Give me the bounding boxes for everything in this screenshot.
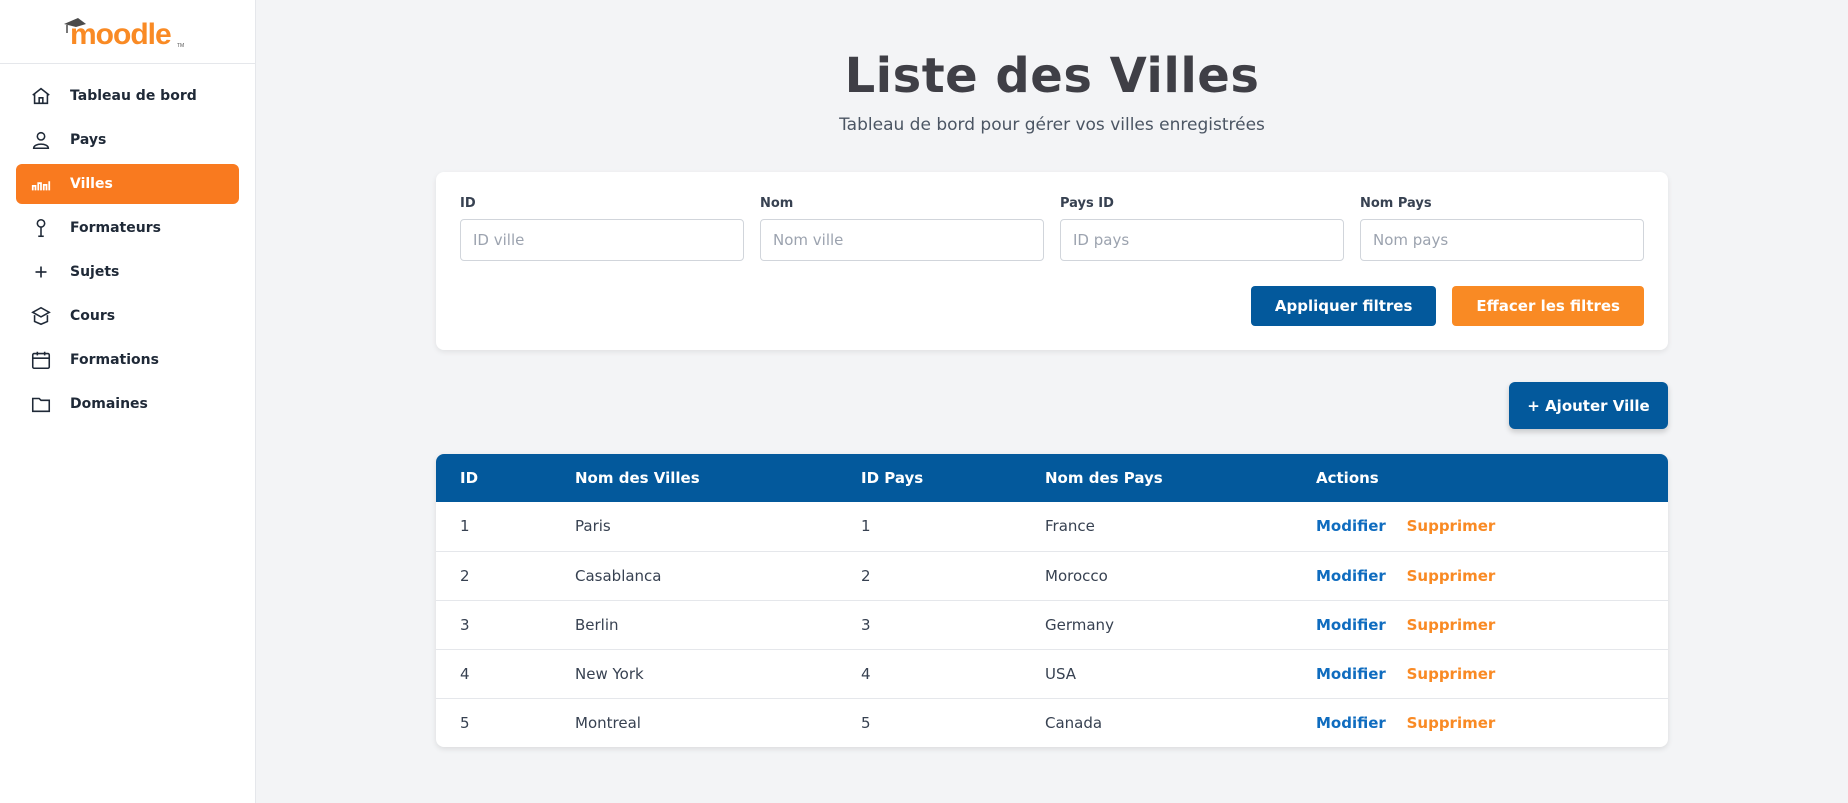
chart-icon bbox=[30, 173, 52, 195]
cell-actions: Modifier Supprimer bbox=[1292, 551, 1668, 600]
cell-id: 5 bbox=[460, 713, 470, 732]
cell-country: Morocco bbox=[1045, 566, 1108, 585]
page-title: Liste des Villes bbox=[844, 48, 1260, 104]
cell-actions: Modifier Supprimer bbox=[1292, 698, 1668, 747]
cell-city: New York bbox=[575, 664, 644, 683]
edit-link[interactable]: Modifier bbox=[1316, 714, 1386, 732]
pin-icon bbox=[30, 217, 52, 239]
edit-link[interactable]: Modifier bbox=[1316, 665, 1386, 683]
cell-id: 2 bbox=[460, 566, 470, 585]
filter-id-label: ID bbox=[460, 196, 476, 211]
sidebar-item-villes[interactable]: Villes bbox=[16, 164, 239, 204]
sidebar-item-label: Cours bbox=[70, 308, 116, 324]
delete-link[interactable]: Supprimer bbox=[1407, 616, 1496, 634]
cell-country-id: 1 bbox=[861, 517, 871, 536]
edit-link[interactable]: Modifier bbox=[1316, 616, 1386, 634]
sidebar: moodle TM Tableau de bord Pays Villes Fo… bbox=[0, 0, 256, 803]
sidebar-item-domaines[interactable]: Domaines bbox=[16, 384, 239, 424]
folder-icon bbox=[30, 393, 52, 415]
delete-link[interactable]: Supprimer bbox=[1407, 714, 1496, 732]
sidebar-item-formations[interactable]: Formations bbox=[16, 340, 239, 380]
sidebar-item-tableau-de-bord[interactable]: Tableau de bord bbox=[16, 76, 239, 116]
sidebar-item-label: Tableau de bord bbox=[70, 88, 197, 104]
header-actions: Actions bbox=[1316, 469, 1379, 487]
edit-link[interactable]: Modifier bbox=[1316, 517, 1386, 535]
sidebar-item-cours[interactable]: Cours bbox=[16, 296, 239, 336]
edit-link[interactable]: Modifier bbox=[1316, 567, 1386, 585]
sidebar-item-sujets[interactable]: Sujets bbox=[16, 252, 239, 292]
sidebar-item-label: Villes bbox=[70, 176, 113, 192]
sidebar-item-formateurs[interactable]: Formateurs bbox=[16, 208, 239, 248]
table-header-row: ID Nom des Villes ID Pays Nom des Pays A… bbox=[436, 454, 1668, 502]
delete-link[interactable]: Supprimer bbox=[1407, 517, 1496, 535]
cell-country-id: 4 bbox=[861, 664, 871, 683]
filter-nom: Nom bbox=[760, 196, 1044, 261]
sidebar-item-label: Formateurs bbox=[70, 220, 161, 236]
header-country: Nom des Pays bbox=[1045, 469, 1163, 487]
filter-nom-pays: Nom Pays bbox=[1360, 196, 1644, 261]
header-city: Nom des Villes bbox=[575, 469, 700, 487]
cell-actions: Modifier Supprimer bbox=[1292, 649, 1668, 698]
table-row: 5 Montreal 5 Canada Modifier Supprimer bbox=[436, 698, 1668, 747]
header-country-id: ID Pays bbox=[861, 469, 924, 487]
sidebar-nav: Tableau de bord Pays Villes Formateurs S… bbox=[0, 64, 255, 440]
cell-country: USA bbox=[1045, 664, 1077, 683]
svg-text:TM: TM bbox=[177, 43, 184, 49]
cell-country: Germany bbox=[1045, 615, 1114, 634]
table-row: 4 New York 4 USA Modifier Supprimer bbox=[436, 649, 1668, 698]
filter-nom-pays-input[interactable] bbox=[1360, 219, 1644, 261]
filter-nom-pays-label: Nom Pays bbox=[1360, 196, 1432, 211]
clear-filters-button[interactable]: Effacer les filtres bbox=[1452, 286, 1644, 326]
cell-country: Canada bbox=[1045, 713, 1103, 732]
filter-panel: ID Nom Pays ID Nom Pays Appliquer filtre… bbox=[436, 172, 1668, 350]
cell-id: 4 bbox=[460, 664, 470, 683]
table-row: 3 Berlin 3 Germany Modifier Supprimer bbox=[436, 600, 1668, 649]
delete-link[interactable]: Supprimer bbox=[1407, 567, 1496, 585]
home-icon bbox=[30, 85, 52, 107]
cell-actions: Modifier Supprimer bbox=[1292, 600, 1668, 649]
sidebar-item-label: Sujets bbox=[70, 264, 120, 280]
cell-actions: Modifier Supprimer bbox=[1292, 502, 1668, 551]
cell-id: 3 bbox=[460, 615, 470, 634]
filter-nom-input[interactable] bbox=[760, 219, 1044, 261]
sidebar-item-pays[interactable]: Pays bbox=[16, 120, 239, 160]
sidebar-item-label: Domaines bbox=[70, 396, 148, 412]
cell-city: Casablanca bbox=[575, 566, 662, 585]
delete-link[interactable]: Supprimer bbox=[1407, 665, 1496, 683]
calendar-icon bbox=[30, 349, 52, 371]
table-row: 1 Paris 1 France Modifier Supprimer bbox=[436, 502, 1668, 551]
plus-icon bbox=[30, 261, 52, 283]
filter-pays-id: Pays ID bbox=[1060, 196, 1344, 261]
cell-country: France bbox=[1045, 517, 1095, 536]
cell-city: Paris bbox=[575, 517, 611, 536]
apply-filters-button[interactable]: Appliquer filtres bbox=[1250, 286, 1437, 326]
user-icon bbox=[30, 129, 52, 151]
filter-id: ID bbox=[460, 196, 744, 261]
cell-city: Berlin bbox=[575, 615, 619, 634]
filter-pays-id-label: Pays ID bbox=[1060, 196, 1114, 211]
cell-city: Montreal bbox=[575, 713, 641, 732]
page-subtitle: Tableau de bord pour gérer vos villes en… bbox=[839, 115, 1265, 135]
header-id: ID bbox=[460, 469, 479, 487]
logo-text: moodle bbox=[70, 18, 171, 50]
table-row: 2 Casablanca 2 Morocco Modifier Supprime… bbox=[436, 551, 1668, 600]
cell-country-id: 3 bbox=[861, 615, 871, 634]
sidebar-item-label: Pays bbox=[70, 132, 107, 148]
cell-country-id: 5 bbox=[861, 713, 871, 732]
filter-id-input[interactable] bbox=[460, 219, 744, 261]
cell-country-id: 2 bbox=[861, 566, 871, 585]
add-city-button[interactable]: + Ajouter Ville bbox=[1509, 382, 1668, 429]
logo-area: moodle TM bbox=[0, 0, 255, 64]
filter-pays-id-input[interactable] bbox=[1060, 219, 1344, 261]
sidebar-item-label: Formations bbox=[70, 352, 159, 368]
filter-nom-label: Nom bbox=[760, 196, 794, 211]
main-content: Liste des Villes Tableau de bord pour gé… bbox=[256, 0, 1848, 803]
moodle-logo[interactable]: moodle TM bbox=[58, 14, 188, 50]
cell-id: 1 bbox=[460, 517, 470, 536]
box-icon bbox=[30, 305, 52, 327]
cities-table: ID Nom des Villes ID Pays Nom des Pays A… bbox=[436, 454, 1668, 747]
